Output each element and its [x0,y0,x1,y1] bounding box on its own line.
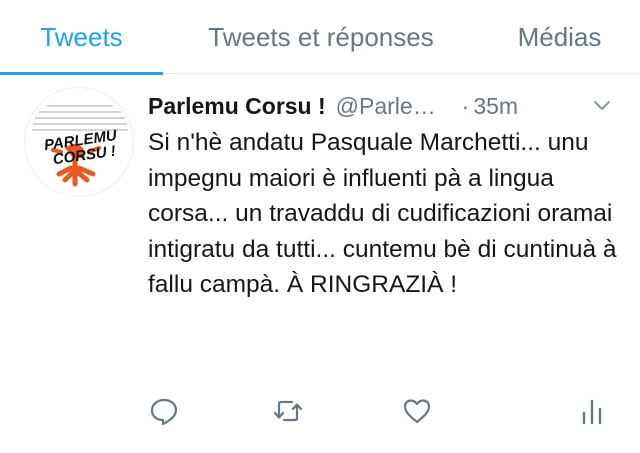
tweet-actions [148,391,608,431]
tweet-timestamp[interactable]: 35m [473,93,518,120]
tab-tweets[interactable]: Tweets [0,0,163,75]
tweet-text: Si n'hè andatu Pasquale Marchetti... unu… [148,129,617,298]
separator-dot: · [461,92,470,119]
profile-tabs: Tweets Tweets et réponses Médias [0,0,640,75]
chevron-down-icon[interactable] [592,97,612,115]
tab-tweets-and-replies[interactable]: Tweets et réponses [163,0,479,74]
retweet-icon[interactable] [272,395,304,427]
tweet-header: Parlemu Corsu ! @ParlemuCorsu · 35m [148,89,618,123]
tab-media[interactable]: Médias [479,0,640,74]
author-name[interactable]: Parlemu Corsu ! [148,93,326,120]
heart-icon[interactable] [401,395,433,427]
author-handle[interactable]: @ParlemuCorsu [336,93,454,120]
tweet[interactable]: PARLEMU CORSU ! Parlemu Corsu ! @Parlemu… [0,75,640,453]
parlemu-corsu-logo: PARLEMU CORSU ! [32,105,128,187]
reply-icon[interactable] [148,395,180,427]
analytics-icon[interactable] [576,395,608,427]
avatar[interactable]: PARLEMU CORSU ! [24,87,134,197]
